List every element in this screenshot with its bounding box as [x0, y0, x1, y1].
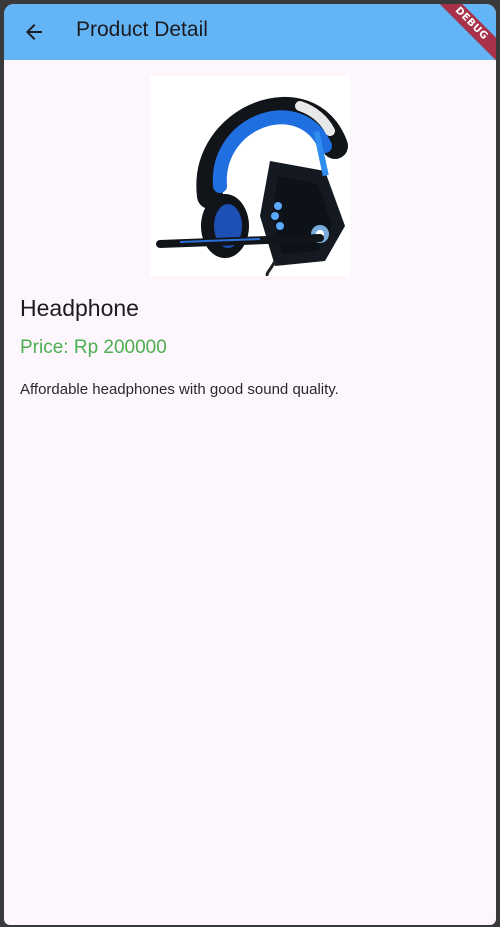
app-bar: Product Detail DEBUG — [4, 4, 496, 69]
product-price: Price: Rp 200000 — [20, 337, 167, 358]
product-description: Affordable headphones with good sound qu… — [20, 381, 339, 398]
app-screen: Product Detail DEBUG Headphone Price: Rp… — [4, 4, 496, 925]
product-name: Headphone — [20, 295, 139, 321]
arrow-back-icon — [26, 24, 42, 40]
product-image — [150, 76, 350, 278]
headphone-image — [150, 76, 350, 278]
back-button[interactable] — [16, 14, 52, 50]
debug-banner: DEBUG — [426, 4, 496, 69]
page-title: Product Detail — [76, 18, 208, 41]
